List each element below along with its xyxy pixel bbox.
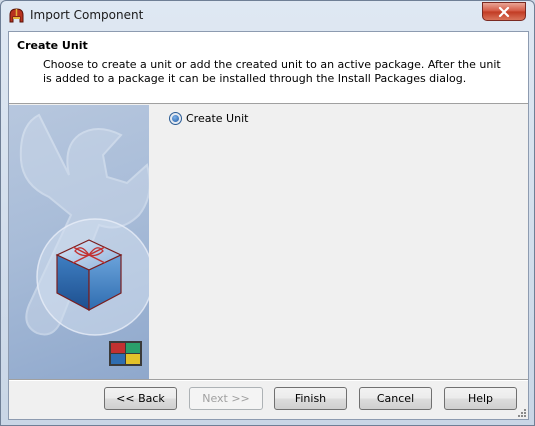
wizard-side-image [9,105,149,379]
page-title: Create Unit [17,39,88,52]
next-button[interactable]: Next >> [189,387,263,410]
button-separator [9,379,528,381]
help-button[interactable]: Help [444,387,517,410]
import-component-window: Import Component Create Unit Choose to c… [0,0,535,426]
finish-button[interactable]: Finish [274,387,347,410]
wizard-header: Create Unit Choose to create a unit or a… [9,32,528,104]
dialog-client-area: Create Unit Choose to create a unit or a… [8,31,529,420]
radio-selected-dot [172,115,179,122]
wrench-package-illustration [19,113,149,366]
window-title: Import Component [30,8,144,22]
helmet-app-icon [9,8,24,23]
resize-grip-icon[interactable] [517,408,527,418]
page-description: Choose to create a unit or add the creat… [43,58,501,85]
close-button[interactable] [482,2,526,21]
create-unit-radio[interactable] [169,112,182,125]
create-unit-label[interactable]: Create Unit [186,112,248,125]
back-button[interactable]: << Back [104,387,177,410]
close-icon [498,6,510,17]
component-logo-icon [109,341,142,366]
create-unit-option[interactable]: Create Unit [169,112,248,125]
title-bar[interactable]: Import Component [1,1,534,31]
cancel-button[interactable]: Cancel [359,387,432,410]
